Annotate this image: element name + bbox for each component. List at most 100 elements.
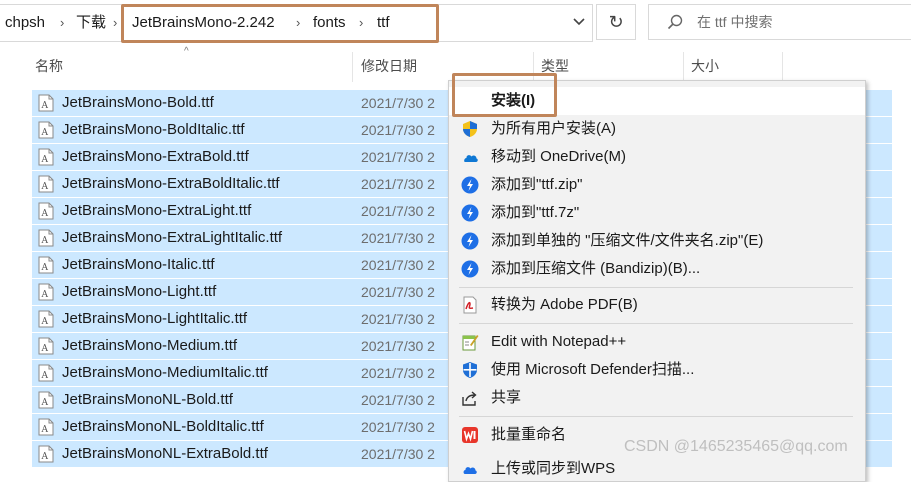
watermark: CSDN @1465235465@qq.com [624,438,848,455]
breadcrumb-item-ttf[interactable]: ttf [377,5,390,41]
context-menu: 安装(I) 为所有用户安装(A) 移动到 OneDrive(M) 添加到"ttf… [448,80,866,482]
file-date: 2021/7/30 2 [361,419,435,435]
breadcrumb-separator-icon[interactable]: › [359,5,363,41]
menu-item-convert-to-pdf[interactable]: 转换为 Adobe PDF(B) [449,291,865,319]
menu-separator [459,323,853,324]
menu-item-add-to-archive-bandizip[interactable]: 添加到压缩文件 (Bandizip)(B)... [449,255,865,283]
onedrive-cloud-icon [461,148,479,166]
menu-item-label: 共享 [491,389,522,406]
file-date: 2021/7/30 2 [361,176,435,192]
share-icon [461,389,479,407]
bandizip-icon [461,232,479,250]
menu-item-label: 添加到"ttf.7z" [491,204,580,221]
svg-text:A: A [41,128,49,138]
font-file-icon: A [38,94,54,117]
menu-item-wps-upload[interactable]: 上传或同步到WPS [449,455,865,481]
uac-shield-icon [461,120,479,138]
file-name: JetBrainsMono-Medium.ttf [62,337,238,354]
search-input[interactable]: 在 ttf 中搜索 [648,4,911,40]
column-size[interactable]: 大小 [691,52,719,80]
menu-item-label: 添加到"ttf.zip" [491,176,583,193]
menu-item-label: 移动到 OneDrive(M) [491,148,627,165]
file-date: 2021/7/30 2 [361,284,435,300]
menu-item-edit-notepad-plus-plus[interactable]: Edit with Notepad++ [449,328,865,356]
svg-text:A: A [41,344,49,354]
address-toolbar: chpsh › 下载 › JetBrainsMono-2.242 › fonts… [0,0,911,44]
chevron-down-icon[interactable] [566,4,592,40]
font-file-icon: A [38,256,54,279]
font-file-icon: A [38,391,54,414]
file-name: JetBrainsMono-ExtraBoldItalic.ttf [62,175,280,192]
column-divider[interactable] [533,52,534,82]
svg-text:A: A [41,317,49,327]
font-file-icon: A [38,310,54,333]
breadcrumb-item-chpsh[interactable]: chpsh [5,5,45,41]
breadcrumb-item-fonts[interactable]: fonts [313,5,346,41]
font-file-icon: A [38,121,54,144]
file-name: JetBrainsMono-Light.ttf [62,283,217,300]
svg-text:A: A [41,236,49,246]
refresh-button[interactable]: ↻ [596,4,636,40]
breadcrumb-separator-icon[interactable]: › [296,5,300,41]
menu-item-install-all-users[interactable]: 为所有用户安装(A) [449,115,865,143]
menu-item-defender-scan[interactable]: 使用 Microsoft Defender扫描... [449,356,865,384]
search-placeholder: 在 ttf 中搜索 [697,14,773,30]
breadcrumb-separator-icon[interactable]: › [113,5,117,41]
file-date: 2021/7/30 2 [361,446,435,462]
file-name: JetBrainsMono-Bold.ttf [62,94,214,111]
menu-item-add-to-7z[interactable]: 添加到"ttf.7z" [449,199,865,227]
search-icon [667,14,683,35]
breadcrumb-item-downloads[interactable]: 下载 [76,5,106,41]
svg-text:A: A [41,155,49,165]
font-file-icon: A [38,202,54,225]
menu-separator [459,287,853,288]
file-name: JetBrainsMono-ExtraBold.ttf [62,148,249,165]
svg-text:A: A [41,425,49,435]
menu-item-add-separate-zip[interactable]: 添加到单独的 "压缩文件/文件夹名.zip"(E) [449,227,865,255]
svg-text:A: A [41,371,49,381]
column-name[interactable]: 名称 [35,52,63,80]
wps-rename-icon [461,426,479,444]
file-date: 2021/7/30 2 [361,203,435,219]
menu-item-share[interactable]: 共享 [449,384,865,412]
menu-item-move-to-onedrive[interactable]: 移动到 OneDrive(M) [449,143,865,171]
file-name: JetBrainsMonoNL-BoldItalic.ttf [62,418,264,435]
file-date: 2021/7/30 2 [361,311,435,327]
column-header: 名称 修改日期 类型 大小 [0,52,911,82]
notepad-plus-plus-icon [461,333,479,351]
column-type[interactable]: 类型 [541,52,569,80]
svg-text:A: A [41,290,49,300]
bandizip-icon [461,204,479,222]
bandizip-icon [461,176,479,194]
file-date: 2021/7/30 2 [361,149,435,165]
file-date: 2021/7/30 2 [361,365,435,381]
font-file-icon: A [38,229,54,252]
column-divider[interactable] [352,52,353,82]
svg-text:A: A [41,101,49,111]
wps-upload-icon [461,460,479,478]
menu-item-add-to-zip[interactable]: 添加到"ttf.zip" [449,171,865,199]
column-date-modified[interactable]: 修改日期 [361,52,417,80]
breadcrumb-separator-icon[interactable]: › [60,5,64,41]
file-date: 2021/7/30 2 [361,257,435,273]
menu-item-label: 使用 Microsoft Defender扫描... [491,361,695,378]
defender-icon [461,361,479,379]
file-name: JetBrainsMono-MediumItalic.ttf [62,364,268,381]
file-date: 2021/7/30 2 [361,392,435,408]
font-file-icon: A [38,364,54,387]
font-file-icon: A [38,175,54,198]
menu-item-label: 批量重命名 [491,426,567,443]
bandizip-icon [461,260,479,278]
breadcrumb[interactable]: chpsh › 下载 › JetBrainsMono-2.242 › fonts… [0,4,593,42]
file-date: 2021/7/30 2 [361,230,435,246]
breadcrumb-item-jetbrainsmono[interactable]: JetBrainsMono-2.242 [132,5,275,41]
file-name: JetBrainsMonoNL-ExtraBold.ttf [62,445,268,462]
column-divider[interactable] [683,52,684,82]
file-name: JetBrainsMono-BoldItalic.ttf [62,121,245,138]
menu-item-label: 上传或同步到WPS [491,460,616,477]
menu-item-install[interactable]: 安装(I) [449,87,865,115]
file-date: 2021/7/30 2 [361,122,435,138]
svg-text:A: A [41,452,49,462]
svg-text:A: A [41,209,49,219]
column-divider[interactable] [782,52,783,82]
